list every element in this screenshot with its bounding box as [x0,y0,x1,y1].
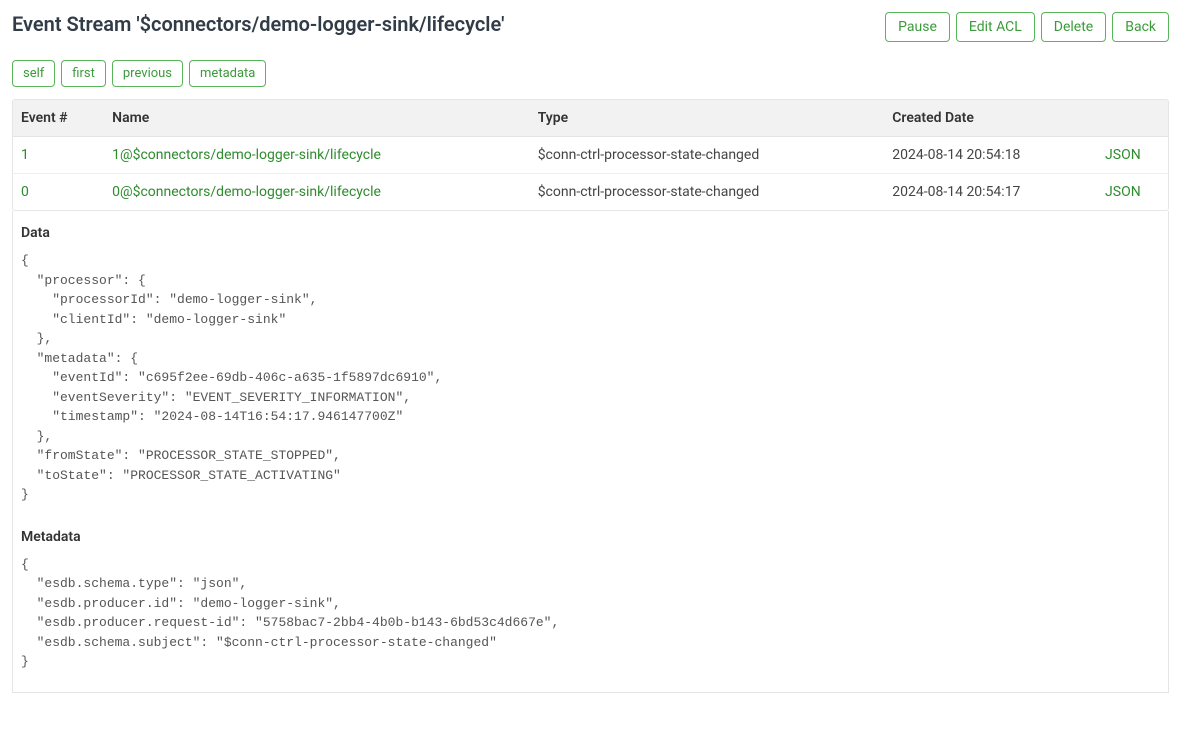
col-header-json [1097,100,1168,137]
metadata-body: { "esdb.schema.type": "json", "esdb.prod… [21,555,1160,672]
edit-acl-button[interactable]: Edit ACL [956,12,1035,42]
event-created-date: 2024-08-14 20:54:17 [884,174,1097,211]
event-type: $conn-ctrl-processor-state-changed [530,174,885,211]
json-link[interactable]: JSON [1105,147,1141,163]
col-header-name: Name [104,100,530,137]
nav-previous[interactable]: previous [112,60,183,87]
events-table: Event # Name Type Created Date 1 1@$conn… [13,100,1168,210]
detail-panel: Data { "processor": { "processorId": "de… [12,211,1169,693]
nav-self[interactable]: self [12,60,55,87]
nav-metadata[interactable]: metadata [189,60,266,87]
col-header-created-date: Created Date [884,100,1097,137]
col-header-type: Type [530,100,885,137]
header-actions: Pause Edit ACL Delete Back [885,12,1169,42]
data-heading: Data [21,225,1160,241]
page-title: Event Stream '$connectors/demo-logger-si… [12,12,504,36]
back-button[interactable]: Back [1112,12,1169,42]
delete-button[interactable]: Delete [1041,12,1106,42]
event-created-date: 2024-08-14 20:54:18 [884,137,1097,174]
data-body: { "processor": { "processorId": "demo-lo… [21,251,1160,505]
table-row: 1 1@$connectors/demo-logger-sink/lifecyc… [13,137,1168,174]
table-row: 0 0@$connectors/demo-logger-sink/lifecyc… [13,174,1168,211]
event-type: $conn-ctrl-processor-state-changed [530,137,885,174]
metadata-heading: Metadata [21,529,1160,545]
event-name-link[interactable]: 1@$connectors/demo-logger-sink/lifecycle [112,147,381,163]
event-number-link[interactable]: 1 [21,147,29,163]
pause-button[interactable]: Pause [885,12,950,42]
json-link[interactable]: JSON [1105,184,1141,200]
event-name-link[interactable]: 0@$connectors/demo-logger-sink/lifecycle [112,184,381,200]
nav-links: self first previous metadata [12,60,1169,87]
nav-first[interactable]: first [61,60,106,87]
events-table-wrap: Event # Name Type Created Date 1 1@$conn… [12,99,1169,211]
event-number-link[interactable]: 0 [21,184,29,200]
col-header-event-no: Event # [13,100,104,137]
